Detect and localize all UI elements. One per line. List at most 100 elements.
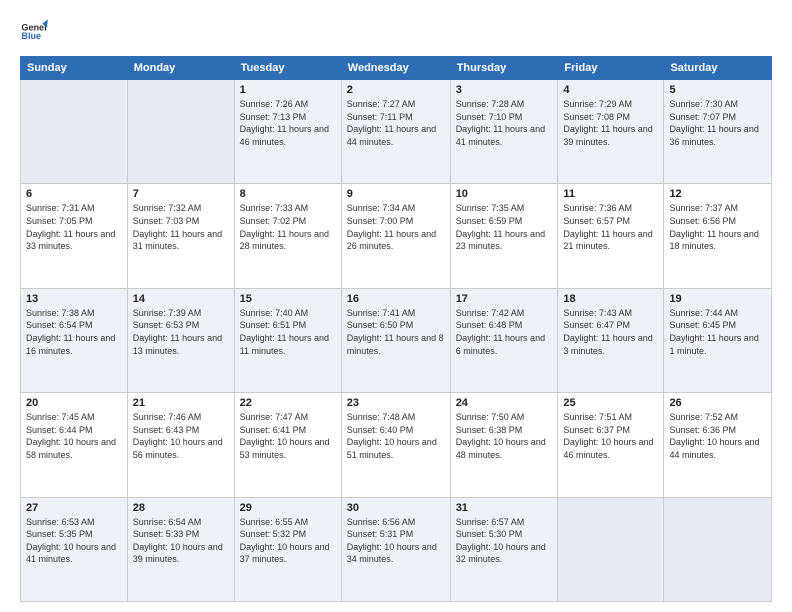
day-number: 12 [669,188,766,200]
calendar-cell: 14 Sunrise: 7:39 AM Sunset: 6:53 PM Dayli… [127,288,234,392]
calendar-cell: 22 Sunrise: 7:47 AM Sunset: 6:41 PM Dayli… [234,393,341,497]
calendar-cell: 8 Sunrise: 7:33 AM Sunset: 7:02 PM Daylig… [234,184,341,288]
day-info: Sunrise: 7:28 AM Sunset: 7:10 PM Dayligh… [456,98,553,148]
calendar-week-row: 1 Sunrise: 7:26 AM Sunset: 7:13 PM Daylig… [21,80,772,184]
calendar-cell: 2 Sunrise: 7:27 AM Sunset: 7:11 PM Daylig… [341,80,450,184]
day-number: 27 [26,502,122,514]
day-number: 31 [456,502,553,514]
calendar-cell [664,497,772,601]
day-info: Sunrise: 7:41 AM Sunset: 6:50 PM Dayligh… [347,307,445,357]
calendar-cell: 11 Sunrise: 7:36 AM Sunset: 6:57 PM Dayli… [558,184,664,288]
day-number: 29 [240,502,336,514]
day-info: Sunrise: 7:48 AM Sunset: 6:40 PM Dayligh… [347,411,445,461]
day-info: Sunrise: 7:38 AM Sunset: 6:54 PM Dayligh… [26,307,122,357]
calendar-cell: 20 Sunrise: 7:45 AM Sunset: 6:44 PM Dayli… [21,393,128,497]
day-number: 28 [133,502,229,514]
day-number: 10 [456,188,553,200]
day-number: 18 [563,293,658,305]
calendar-cell: 31Sunrise: 6:57 AM Sunset: 5:30 PM Dayli… [450,497,558,601]
calendar-cell: 29Sunrise: 6:55 AM Sunset: 5:32 PM Dayli… [234,497,341,601]
calendar-cell: 1 Sunrise: 7:26 AM Sunset: 7:13 PM Daylig… [234,80,341,184]
calendar-cell: 4 Sunrise: 7:29 AM Sunset: 7:08 PM Daylig… [558,80,664,184]
calendar-cell: 27 Sunrise: 6:53 AM Sunset: 5:35 PM Dayli… [21,497,128,601]
day-number: 23 [347,397,445,409]
day-number: 2 [347,84,445,96]
calendar-cell: 7 Sunrise: 7:32 AM Sunset: 7:03 PM Daylig… [127,184,234,288]
day-info: Sunrise: 7:34 AM Sunset: 7:00 PM Dayligh… [347,202,445,252]
calendar-cell [558,497,664,601]
day-number: 20 [26,397,122,409]
day-info: Sunrise: 7:39 AM Sunset: 6:53 PM Dayligh… [133,307,229,357]
calendar-cell: 13 Sunrise: 7:38 AM Sunset: 6:54 PM Dayli… [21,288,128,392]
day-info: Sunrise: 6:54 AM Sunset: 5:33 PM Dayligh… [133,516,229,566]
calendar-cell: 25 Sunrise: 7:51 AM Sunset: 6:37 PM Dayli… [558,393,664,497]
calendar-week-row: 6Sunrise: 7:31 AM Sunset: 7:05 PM Daylig… [21,184,772,288]
calendar-cell [127,80,234,184]
day-info: Sunrise: 7:40 AM Sunset: 6:51 PM Dayligh… [240,307,336,357]
day-info: Sunrise: 7:31 AM Sunset: 7:05 PM Dayligh… [26,202,122,252]
day-info: Sunrise: 7:29 AM Sunset: 7:08 PM Dayligh… [563,98,658,148]
day-number: 9 [347,188,445,200]
calendar-cell: 17Sunrise: 7:42 AM Sunset: 6:48 PM Dayli… [450,288,558,392]
day-number: 14 [133,293,229,305]
day-info: Sunrise: 7:27 AM Sunset: 7:11 PM Dayligh… [347,98,445,148]
calendar-cell: 12 Sunrise: 7:37 AM Sunset: 6:56 PM Dayli… [664,184,772,288]
day-number: 22 [240,397,336,409]
day-number: 25 [563,397,658,409]
calendar-cell: 30 Sunrise: 6:56 AM Sunset: 5:31 PM Dayli… [341,497,450,601]
day-info: Sunrise: 7:35 AM Sunset: 6:59 PM Dayligh… [456,202,553,252]
day-number: 16 [347,293,445,305]
calendar-cell: 23 Sunrise: 7:48 AM Sunset: 6:40 PM Dayli… [341,393,450,497]
day-info: Sunrise: 7:43 AM Sunset: 6:47 PM Dayligh… [563,307,658,357]
day-info: Sunrise: 7:37 AM Sunset: 6:56 PM Dayligh… [669,202,766,252]
weekday-header-sunday: Sunday [21,57,128,80]
day-number: 17 [456,293,553,305]
day-info: Sunrise: 7:44 AM Sunset: 6:45 PM Dayligh… [669,307,766,357]
day-number: 8 [240,188,336,200]
day-info: Sunrise: 7:45 AM Sunset: 6:44 PM Dayligh… [26,411,122,461]
day-number: 21 [133,397,229,409]
day-number: 7 [133,188,229,200]
day-info: Sunrise: 6:56 AM Sunset: 5:31 PM Dayligh… [347,516,445,566]
generalblue-logo-icon: General Blue [20,18,48,46]
day-info: Sunrise: 7:47 AM Sunset: 6:41 PM Dayligh… [240,411,336,461]
svg-text:Blue: Blue [21,31,41,41]
day-number: 1 [240,84,336,96]
weekday-header-saturday: Saturday [664,57,772,80]
calendar-week-row: 13 Sunrise: 7:38 AM Sunset: 6:54 PM Dayli… [21,288,772,392]
day-info: Sunrise: 7:51 AM Sunset: 6:37 PM Dayligh… [563,411,658,461]
calendar-week-row: 27 Sunrise: 6:53 AM Sunset: 5:35 PM Dayli… [21,497,772,601]
day-info: Sunrise: 7:52 AM Sunset: 6:36 PM Dayligh… [669,411,766,461]
day-info: Sunrise: 7:36 AM Sunset: 6:57 PM Dayligh… [563,202,658,252]
day-number: 24 [456,397,553,409]
day-info: Sunrise: 7:30 AM Sunset: 7:07 PM Dayligh… [669,98,766,148]
calendar-cell: 5 Sunrise: 7:30 AM Sunset: 7:07 PM Daylig… [664,80,772,184]
calendar-cell: 6Sunrise: 7:31 AM Sunset: 7:05 PM Daylig… [21,184,128,288]
day-number: 5 [669,84,766,96]
calendar-cell: 28 Sunrise: 6:54 AM Sunset: 5:33 PM Dayli… [127,497,234,601]
page: General Blue SundayMondayTuesdayWednesda… [0,0,792,612]
calendar-cell: 26Sunrise: 7:52 AM Sunset: 6:36 PM Dayli… [664,393,772,497]
day-info: Sunrise: 7:50 AM Sunset: 6:38 PM Dayligh… [456,411,553,461]
day-number: 11 [563,188,658,200]
day-number: 3 [456,84,553,96]
weekday-header-wednesday: Wednesday [341,57,450,80]
header: General Blue [20,18,772,46]
day-info: Sunrise: 7:32 AM Sunset: 7:03 PM Dayligh… [133,202,229,252]
calendar-cell: 10 Sunrise: 7:35 AM Sunset: 6:59 PM Dayli… [450,184,558,288]
calendar-cell: 18 Sunrise: 7:43 AM Sunset: 6:47 PM Dayli… [558,288,664,392]
day-info: Sunrise: 6:53 AM Sunset: 5:35 PM Dayligh… [26,516,122,566]
calendar-cell: 9 Sunrise: 7:34 AM Sunset: 7:00 PM Daylig… [341,184,450,288]
day-number: 4 [563,84,658,96]
weekday-header-monday: Monday [127,57,234,80]
day-info: Sunrise: 7:33 AM Sunset: 7:02 PM Dayligh… [240,202,336,252]
calendar-cell: 21Sunrise: 7:46 AM Sunset: 6:43 PM Dayli… [127,393,234,497]
weekday-header-row: SundayMondayTuesdayWednesdayThursdayFrid… [21,57,772,80]
day-info: Sunrise: 7:26 AM Sunset: 7:13 PM Dayligh… [240,98,336,148]
day-number: 30 [347,502,445,514]
calendar-cell: 3 Sunrise: 7:28 AM Sunset: 7:10 PM Daylig… [450,80,558,184]
day-number: 13 [26,293,122,305]
calendar-cell: 16 Sunrise: 7:41 AM Sunset: 6:50 PM Dayli… [341,288,450,392]
weekday-header-thursday: Thursday [450,57,558,80]
calendar-cell: 19Sunrise: 7:44 AM Sunset: 6:45 PM Dayli… [664,288,772,392]
